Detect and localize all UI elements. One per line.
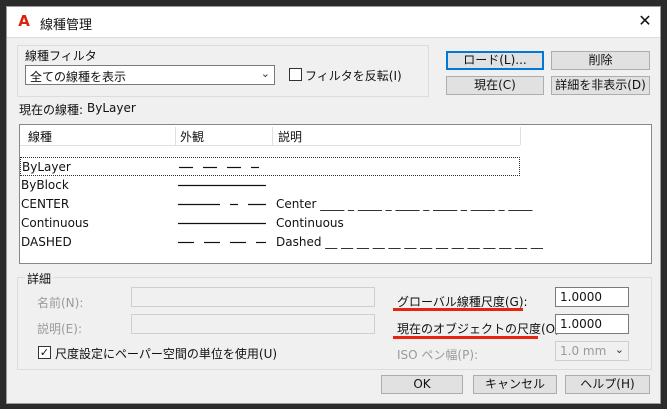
filter-dropdown-value: 全ての線種を表示: [30, 70, 127, 84]
name-label: 名前(N):: [37, 296, 84, 310]
load-button[interactable]: ロード(L)...: [446, 51, 544, 70]
linetype-description: Center ____ _ ____ _ ____ _ ____ _ ____ …: [276, 197, 533, 211]
filter-group-label: 線種フィルタ: [25, 49, 97, 63]
close-icon[interactable]: ✕: [635, 11, 655, 30]
delete-button[interactable]: 削除: [551, 51, 650, 70]
column-divider[interactable]: [520, 127, 521, 145]
linetype-name: ByBlock: [21, 178, 69, 192]
iso-pen-width-label: ISO ペン幅(P):: [397, 348, 479, 362]
current-linetype-label: 現在の線種:: [19, 103, 84, 117]
ok-button[interactable]: OK: [381, 375, 463, 394]
filter-dropdown[interactable]: 全ての線種を表示 ⌄: [25, 65, 275, 85]
table-row[interactable]: CENTER Center ____ _ ____ _ ____ _ ____ …: [20, 195, 532, 214]
column-header-appearance[interactable]: 外観: [180, 128, 204, 145]
linetype-name: ByLayer: [22, 160, 71, 174]
hide-details-button[interactable]: 詳細を非表示(D): [551, 76, 650, 95]
iso-pen-width-value: 1.0 mm: [560, 344, 607, 358]
details-group-label: 詳細: [25, 270, 54, 287]
header-divider: [20, 145, 520, 146]
description-field[interactable]: [131, 314, 375, 334]
iso-pen-width-dropdown[interactable]: 1.0 mm ⌄: [555, 341, 629, 361]
linetype-preview: [178, 184, 266, 187]
column-divider[interactable]: [272, 127, 273, 145]
linetype-preview: [178, 222, 266, 225]
chevron-down-icon: ⌄: [260, 67, 270, 80]
invert-filter-checkbox[interactable]: [289, 68, 302, 81]
linetype-list[interactable]: 線種 外観 説明 ByLayer ByBlock CENTER Center _…: [19, 124, 652, 264]
current-button[interactable]: 現在(C): [446, 76, 544, 95]
object-scale-label: 現在のオブジェクトの尺度(O):: [397, 322, 564, 336]
column-header-linetype[interactable]: 線種: [28, 128, 52, 145]
description-label: 説明(E):: [37, 322, 82, 336]
linetype-name: CENTER: [21, 197, 70, 211]
paper-space-units-label: 尺度設定にペーパー空間の単位を使用(U): [55, 347, 278, 361]
table-row[interactable]: Continuous Continuous: [20, 214, 520, 233]
help-button[interactable]: ヘルプ(H): [565, 375, 650, 394]
table-row[interactable]: ByBlock: [20, 176, 520, 195]
name-field[interactable]: [131, 287, 375, 307]
linetype-description: Dashed __ __ __ __ __ __ __ __ __ __ __ …: [276, 235, 543, 249]
column-divider[interactable]: [175, 127, 176, 145]
linetype-name: Continuous: [21, 216, 89, 230]
object-scale-field[interactable]: 1.0000: [555, 314, 629, 334]
current-linetype-value: ByLayer: [87, 101, 136, 115]
chevron-down-icon: ⌄: [614, 343, 624, 356]
autocad-logo-icon: A: [18, 12, 30, 30]
linetype-preview: [178, 203, 266, 206]
linetype-preview: [179, 166, 259, 169]
cancel-button[interactable]: キャンセル: [473, 375, 557, 394]
column-header-description[interactable]: 説明: [278, 128, 302, 145]
linetype-preview: [178, 241, 266, 244]
linetype-name: DASHED: [21, 235, 72, 249]
paper-space-units-checkbox[interactable]: ✓: [38, 346, 51, 359]
global-scale-field[interactable]: 1.0000: [555, 287, 629, 307]
table-row[interactable]: DASHED Dashed __ __ __ __ __ __ __ __ __…: [20, 233, 543, 252]
title-bar: A 線種管理 ✕: [7, 7, 660, 38]
linetype-description: Continuous: [276, 216, 344, 230]
window-title: 線種管理: [40, 18, 93, 33]
invert-filter-label: フィルタを反転(I): [305, 69, 402, 83]
linetype-manager-dialog: A 線種管理 ✕ 線種フィルタ 全ての線種を表示 ⌄ フィルタを反転(I) ロー…: [6, 6, 661, 404]
object-scale-annotation: [393, 336, 538, 339]
table-row[interactable]: ByLayer: [20, 157, 520, 176]
global-scale-annotation: [393, 308, 523, 311]
